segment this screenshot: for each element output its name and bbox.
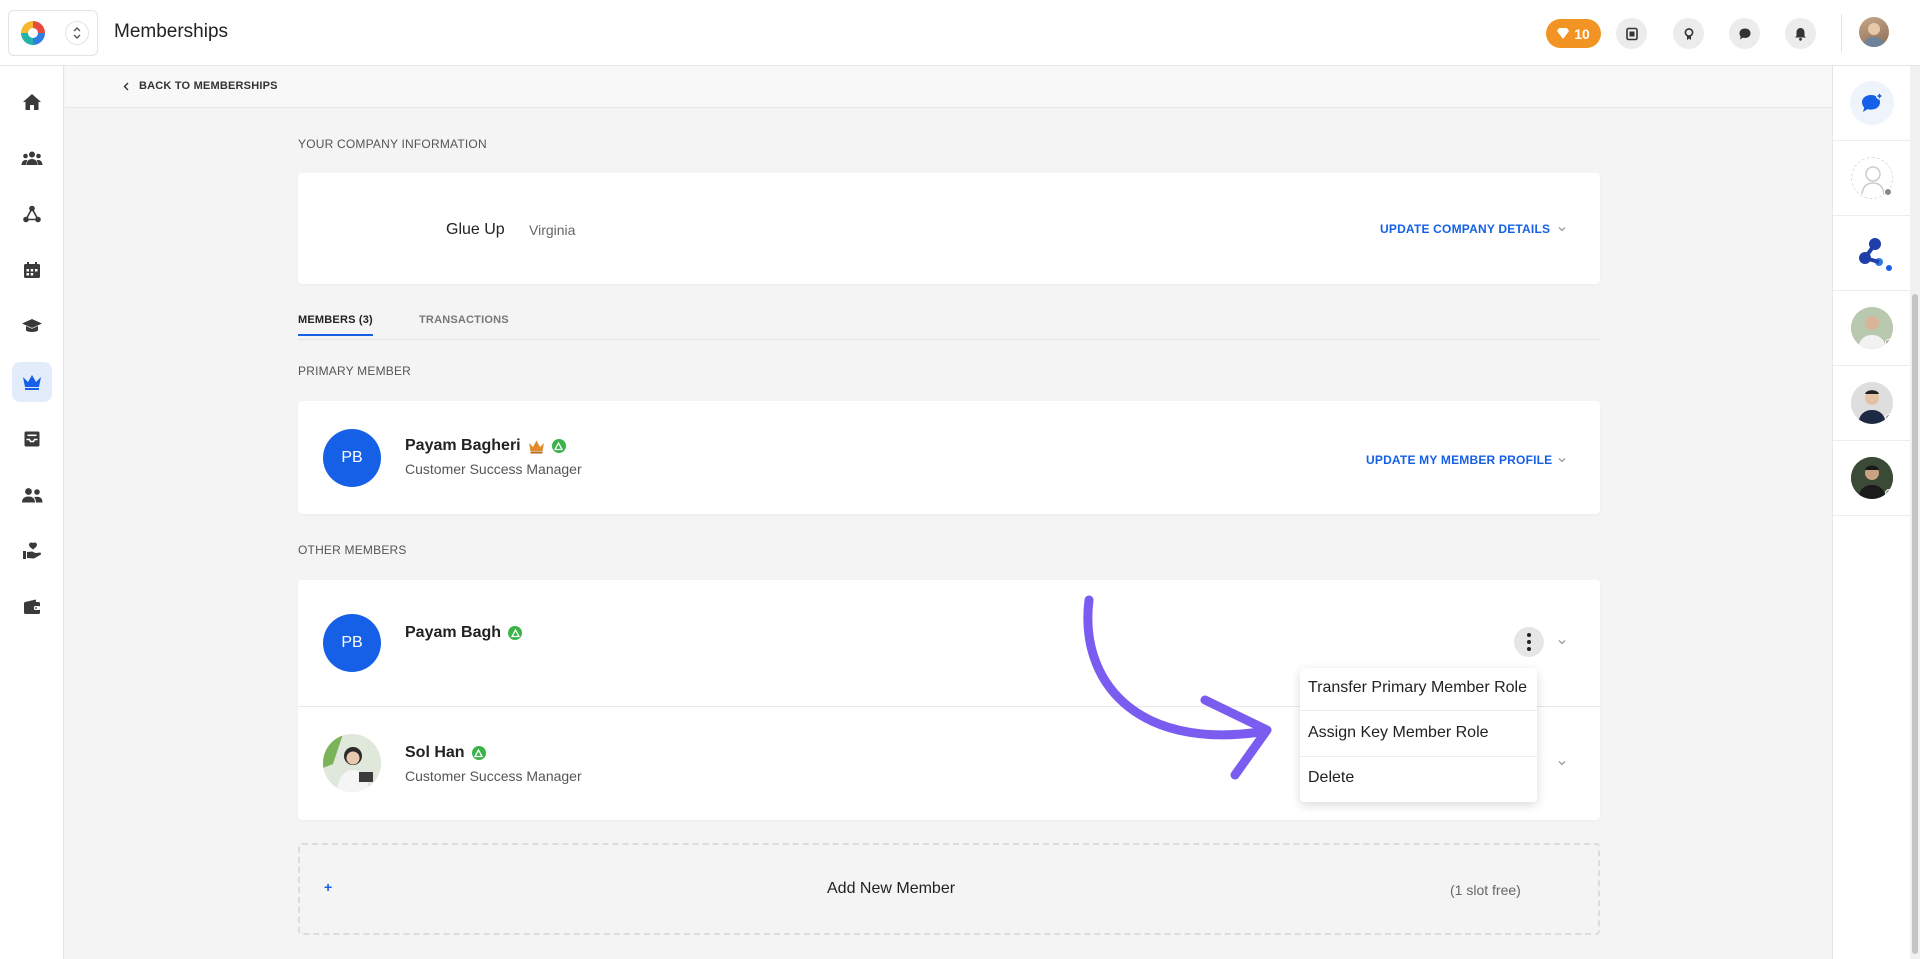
back-to-memberships-link[interactable]: BACK TO MEMBERSHIPS: [123, 80, 278, 92]
nav-donations[interactable]: [12, 531, 52, 571]
achievements-button[interactable]: [1673, 18, 1704, 49]
sub-header: BACK TO MEMBERSHIPS: [65, 66, 1832, 108]
bell-icon: [1795, 27, 1806, 41]
update-my-member-profile-button[interactable]: UPDATE MY MEMBER PROFILE: [1366, 453, 1552, 467]
other-member-name-row: Payam Bagh: [405, 624, 523, 642]
nav-team[interactable]: [12, 475, 52, 515]
nav-inbox[interactable]: [12, 419, 52, 459]
header-divider: [1841, 14, 1842, 52]
verified-badge-icon: [551, 439, 566, 453]
contact-avatar[interactable]: [1833, 291, 1911, 366]
primary-chevron-down-icon[interactable]: [1557, 455, 1567, 465]
points-count: 10: [1574, 25, 1590, 42]
right-sidebar: [1832, 66, 1911, 959]
primary-section-label: PRIMARY MEMBER: [298, 364, 412, 378]
chat-icon: [1739, 28, 1750, 39]
page-title: Memberships: [114, 21, 229, 42]
app-switcher[interactable]: [8, 10, 98, 56]
switch-chevron-icon[interactable]: [65, 21, 89, 45]
points-badge[interactable]: 10: [1546, 19, 1601, 48]
top-bar: Memberships 10: [0, 0, 1920, 66]
crown-icon: [23, 375, 41, 390]
chat-plus-icon: [1862, 92, 1883, 112]
chevron-left-icon: [123, 82, 129, 90]
verified-badge-icon: [471, 746, 486, 760]
people-group-icon: [21, 151, 43, 165]
update-company-details-button[interactable]: UPDATE COMPANY DETAILS: [1380, 222, 1550, 236]
nav-academy[interactable]: [12, 306, 52, 346]
notifications-button[interactable]: [1785, 18, 1816, 49]
menu-divider: [1300, 710, 1537, 711]
primary-member-name: Payam Bagheri: [405, 437, 521, 454]
primary-member-name-row: Payam Bagheri: [405, 437, 566, 455]
other-member-name: Payam Bagh: [405, 624, 502, 641]
annotation-arrow-icon: [1083, 595, 1272, 780]
page-scrollbar[interactable]: [1910, 66, 1920, 959]
avatar: PB: [323, 614, 381, 672]
slots-free-label: (1 slot free): [1450, 882, 1521, 898]
verified-badge-icon: [508, 626, 523, 640]
avatar: PB: [323, 429, 381, 487]
users-icon: [22, 488, 43, 503]
menu-item-assign-key-member-role[interactable]: Assign Key Member Role: [1308, 724, 1489, 742]
contact-support-agent[interactable]: [1833, 141, 1911, 216]
tabs: MEMBERS (3) TRANSACTIONS: [298, 314, 1600, 340]
tab-transactions[interactable]: TRANSACTIONS: [419, 314, 509, 334]
contact-avatar[interactable]: [1833, 366, 1911, 441]
clipboard-icon: [1625, 27, 1638, 40]
back-link-label: BACK TO MEMBERSHIPS: [139, 80, 278, 92]
other-member-name-row: Sol Han: [405, 744, 486, 762]
nav-memberships[interactable]: [12, 362, 52, 402]
nav-wallet[interactable]: [12, 587, 52, 627]
calendar-icon: [24, 262, 40, 278]
key-member-crown-icon: [528, 440, 544, 453]
messages-button[interactable]: [1729, 18, 1760, 49]
other-member-name: Sol Han: [405, 744, 465, 761]
member-chevron-down-icon[interactable]: [1557, 637, 1567, 647]
primary-member-role: Customer Success Manager: [405, 461, 582, 477]
avatar: [323, 734, 381, 792]
company-card: Glue Up Virginia UPDATE COMPANY DETAILS: [298, 173, 1600, 284]
nav-events[interactable]: [12, 250, 52, 290]
menu-item-delete[interactable]: Delete: [1308, 769, 1354, 787]
left-sidebar: [0, 66, 64, 959]
member-actions-kebab-button[interactable]: [1514, 627, 1544, 657]
company-name: Glue Up: [446, 221, 505, 238]
plus-icon: +: [324, 879, 333, 895]
graduation-cap-icon: [22, 319, 42, 332]
primary-member-card: PB Payam Bagheri Customer Success Manage…: [298, 401, 1600, 514]
menu-item-transfer-primary-role[interactable]: Transfer Primary Member Role: [1308, 679, 1527, 697]
glue-up-logo-icon: [21, 21, 45, 45]
member-chevron-down-icon[interactable]: [1557, 758, 1567, 768]
company-chevron-down-icon[interactable]: [1557, 224, 1567, 234]
other-member-role: Customer Success Manager: [405, 768, 582, 784]
new-chat-button[interactable]: [1833, 66, 1911, 141]
tab-members[interactable]: MEMBERS (3): [298, 314, 373, 336]
contact-avatar[interactable]: [1833, 441, 1911, 516]
company-section-label: YOUR COMPANY INFORMATION: [298, 137, 487, 151]
hand-heart-icon: [23, 542, 41, 559]
reminders-button[interactable]: [1616, 18, 1647, 49]
scrollbar-thumb[interactable]: [1912, 294, 1918, 954]
nav-contacts[interactable]: [12, 138, 52, 178]
home-icon: [23, 94, 41, 110]
network-icon: [23, 205, 41, 223]
inbox-icon: [24, 431, 40, 447]
add-new-member-label: Add New Member: [827, 880, 956, 897]
contact-network-bot[interactable]: [1833, 216, 1911, 291]
company-location: Virginia: [529, 222, 576, 238]
member-actions-menu: Transfer Primary Member Role Assign Key …: [1300, 668, 1537, 802]
nav-network[interactable]: [12, 194, 52, 234]
user-avatar[interactable]: [1859, 17, 1889, 47]
award-icon: [1684, 27, 1693, 40]
diamond-icon: [1557, 28, 1570, 39]
wallet-icon: [24, 599, 40, 614]
nav-home[interactable]: [12, 82, 52, 122]
other-members-section-label: OTHER MEMBERS: [298, 543, 407, 557]
add-new-member-button[interactable]: + Add New Member (1 slot free): [298, 843, 1600, 935]
menu-divider: [1300, 756, 1537, 757]
